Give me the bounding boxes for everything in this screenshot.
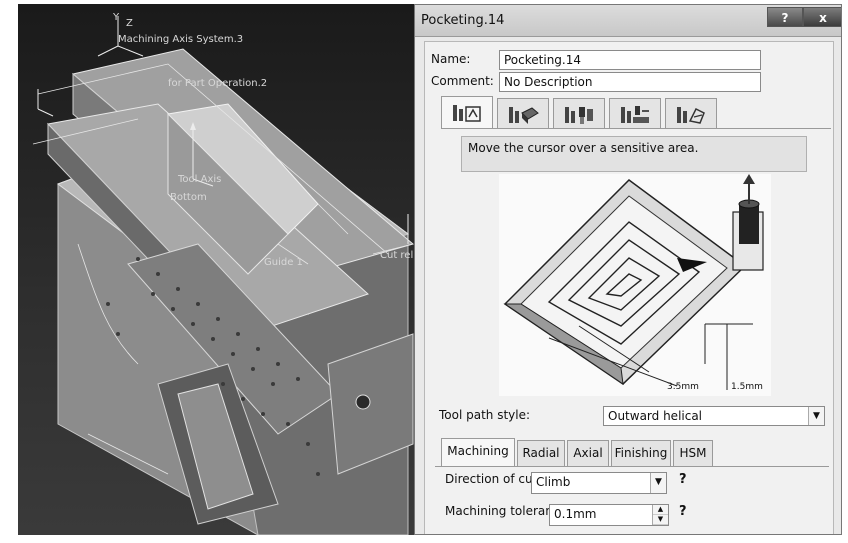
depth-dimension[interactable]: 1.5mm [731,382,763,392]
close-button[interactable]: x [803,7,841,27]
machining-axis-system-label[interactable]: Machining Axis System.3 [118,34,243,45]
stepover-dimension[interactable]: 3.5mm [667,382,699,392]
hint-message: Move the cursor over a sensitive area. [461,136,807,172]
tool-path-style-select[interactable]: Outward helical ▼ [603,406,825,426]
tab-machining[interactable]: Machining [441,438,515,467]
axis-y-label: Y [113,12,120,23]
pocketing-strategy-diagram[interactable]: 3.5mm 1.5mm [499,174,771,396]
dialog-titlebar[interactable]: Pocketing.14 ? x [415,5,841,37]
feeds-speeds-icon [621,106,649,123]
text-tab-divider [435,466,829,467]
tab-feeds-speeds[interactable] [609,98,661,128]
tolerance-stepper[interactable]: ▲ ▼ [652,505,668,525]
direction-help-icon[interactable]: ? [679,472,687,487]
name-label: Name: [431,52,471,66]
comment-label: Comment: [431,74,494,88]
direction-of-cut-value: Climb [536,475,571,489]
bottom-label[interactable]: Bottom [170,192,207,203]
tool-parameters-icon [565,107,593,124]
dialog-title: Pocketing.14 [421,13,505,28]
tab-hsm[interactable]: HSM [673,440,713,466]
chevron-down-icon[interactable]: ▼ [808,407,824,425]
direction-of-cut-select[interactable]: Climb ▼ [531,472,667,494]
axis-z-label: Z [126,18,133,29]
macro-parameters-icon [677,107,705,124]
name-field[interactable]: Pocketing.14 [499,50,761,70]
tab-finishing[interactable]: Finishing [611,440,671,466]
tab-geometry[interactable] [497,98,549,128]
icon-tab-divider [441,128,831,129]
dialog-content: Name: Pocketing.14 Comment: No Descripti… [424,41,834,534]
comment-field[interactable]: No Description [499,72,761,92]
pocketing-dialog: Pocketing.14 ? x Name: Pocketing.14 Comm… [414,4,842,535]
tab-radial[interactable]: Radial [517,440,565,466]
strategy-parameters-icon [453,105,481,122]
chevron-down-icon[interactable]: ▼ [650,473,666,493]
geometry-parameters-icon [509,107,539,124]
machining-tolerance-value: 0.1mm [554,507,597,521]
pocket-helical-illustration [503,174,764,390]
3d-viewport[interactable]: Y Z Machining Axis System.3 for Part Ope… [18,4,414,535]
spin-up-icon[interactable]: ▲ [653,505,668,515]
side-label: Cut rel [380,250,414,261]
tab-strategy[interactable] [441,96,493,129]
tolerance-help-icon[interactable]: ? [679,504,687,519]
tab-axial[interactable]: Axial [567,440,609,466]
tool-path-style-label: Tool path style: [439,408,531,422]
machining-tolerance-field[interactable]: 0.1mm ▲ ▼ [549,504,669,526]
help-button[interactable]: ? [767,7,803,27]
tab-macro[interactable] [665,98,717,128]
guide-label[interactable]: Guide 1 [264,257,303,268]
direction-of-cut-label: Direction of cut: [445,472,542,486]
part-operation-label[interactable]: for Part Operation.2 [168,78,267,89]
spin-down-icon[interactable]: ▼ [653,515,668,525]
tool-axis-label[interactable]: Tool Axis [178,174,221,185]
tool-path-style-value: Outward helical [608,409,703,423]
tab-tool[interactable] [553,98,605,128]
